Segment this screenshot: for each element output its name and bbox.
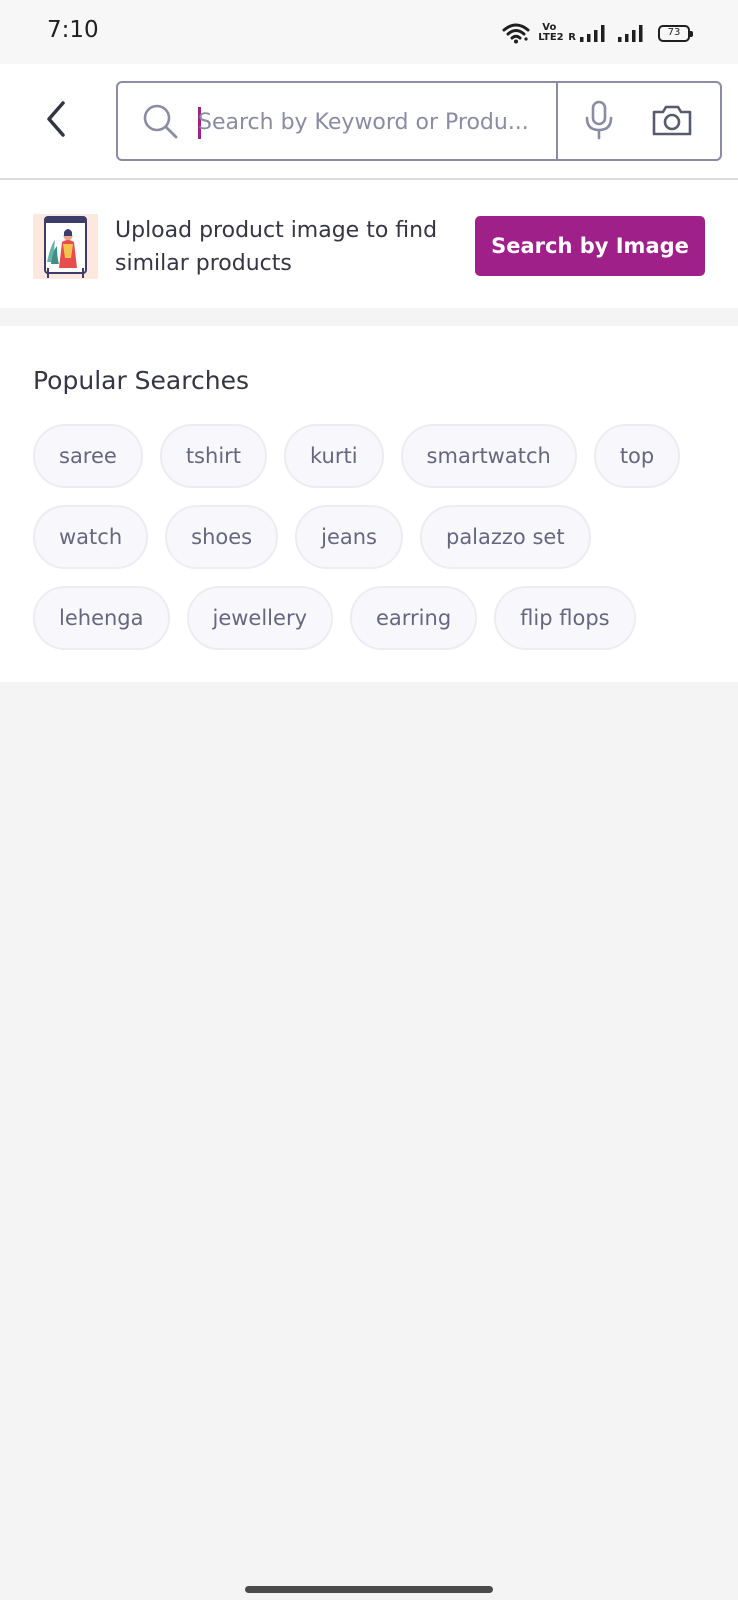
microphone-icon	[583, 100, 615, 144]
camera-icon	[650, 102, 694, 142]
roaming-label: R	[568, 31, 576, 43]
search-chip-jewellery[interactable]: jewellery	[186, 586, 333, 650]
search-chip-jeans[interactable]: jeans	[295, 505, 403, 569]
signal-icon-secondary	[616, 23, 646, 43]
signal-icon	[578, 23, 608, 43]
search-chip-lehenga[interactable]: lehenga	[33, 586, 170, 650]
search-chip-watch[interactable]: watch	[33, 505, 149, 569]
volte-label-bottom: LTE2	[538, 32, 564, 43]
search-chip-top[interactable]: top	[593, 424, 681, 488]
search-icon	[142, 103, 180, 145]
back-button[interactable]	[34, 96, 78, 146]
search-chip-kurti[interactable]: kurti	[284, 424, 384, 488]
search-chip-shoes[interactable]: shoes	[165, 505, 279, 569]
search-chip-saree[interactable]: saree	[33, 424, 143, 488]
battery-icon: 73	[658, 24, 693, 42]
wifi-icon	[502, 22, 530, 44]
popular-searches-section: Popular Searches saree tshirt kurti smar…	[0, 326, 738, 682]
search-by-image-button[interactable]: Search by Image	[475, 216, 705, 276]
search-chip-flip-flops[interactable]: flip flops	[494, 586, 636, 650]
home-gesture-bar[interactable]	[245, 1586, 493, 1593]
search-header	[0, 64, 738, 180]
status-icons: Vo LTE2 R 73	[502, 18, 693, 48]
search-chip-palazzo-set[interactable]: palazzo set	[419, 505, 591, 569]
voice-search-button[interactable]	[574, 97, 624, 147]
popular-searches-title: Popular Searches	[33, 366, 249, 395]
popular-searches-list: saree tshirt kurti smartwatch top watch …	[33, 424, 713, 650]
search-divider	[556, 83, 558, 159]
search-box[interactable]	[116, 81, 722, 161]
search-chip-tshirt[interactable]: tshirt	[159, 424, 268, 488]
search-chip-smartwatch[interactable]: smartwatch	[400, 424, 577, 488]
upload-image-illustration	[33, 214, 98, 279]
battery-level: 73	[667, 27, 681, 38]
camera-search-button[interactable]	[642, 97, 702, 147]
search-chip-earring[interactable]: earring	[350, 586, 478, 650]
status-time: 7:10	[47, 17, 99, 43]
volte-icon: Vo LTE2	[538, 23, 564, 43]
image-search-banner: Upload product image to find similar pro…	[0, 180, 738, 308]
upload-image-prompt: Upload product image to find similar pro…	[115, 218, 438, 276]
status-bar: 7:10 Vo LTE2 R 73	[0, 0, 738, 64]
chevron-left-icon	[43, 99, 69, 143]
search-input[interactable]	[198, 99, 548, 145]
